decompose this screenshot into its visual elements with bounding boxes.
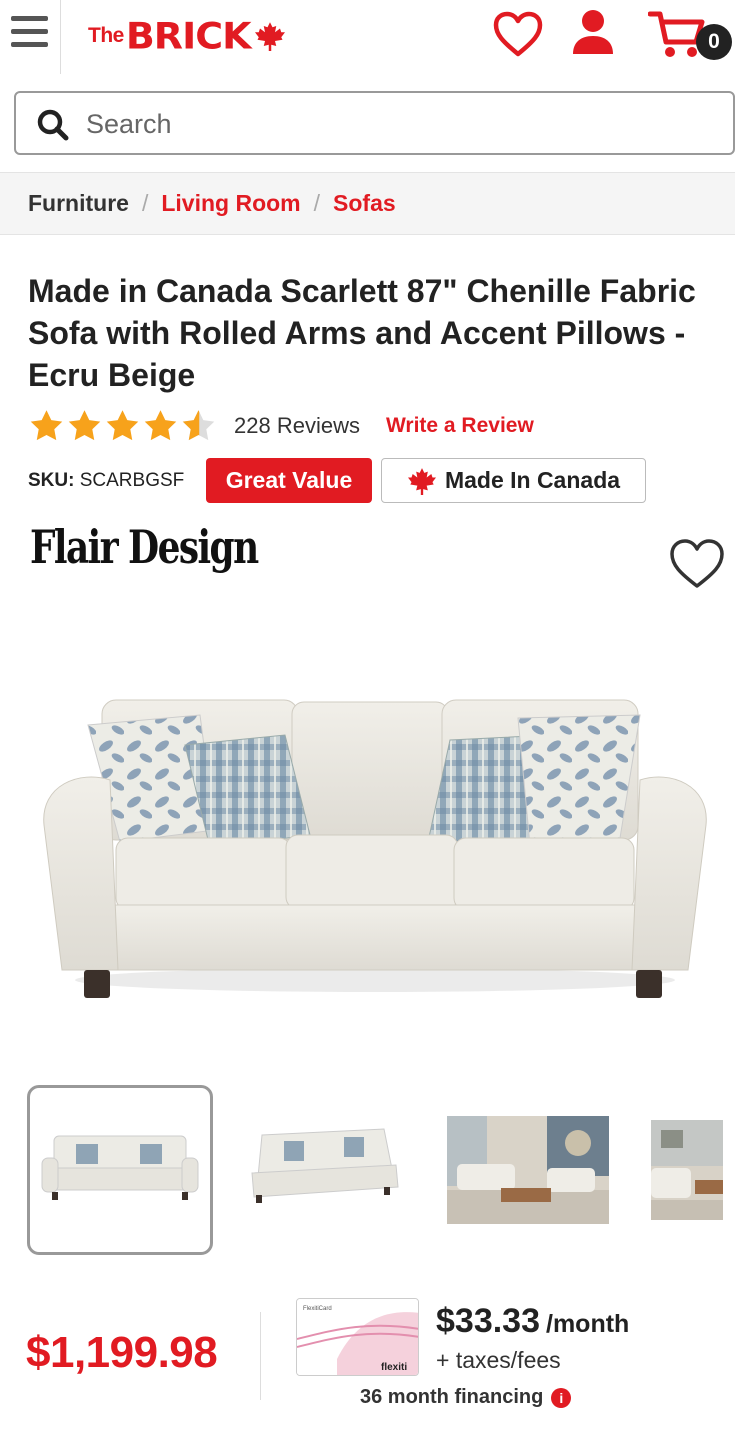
star-icon [68, 410, 101, 441]
maple-leaf-icon [407, 467, 436, 495]
hamburger-icon-bar [11, 29, 48, 34]
star-rating[interactable] [28, 408, 218, 444]
review-count[interactable]: 228 Reviews [234, 413, 360, 439]
user-icon[interactable] [570, 8, 616, 56]
thumbnail-room-detail-image [651, 1120, 723, 1220]
star-icon [30, 410, 63, 441]
info-icon[interactable]: i [551, 1387, 572, 1408]
made-in-canada-badge: Made In Canada [381, 458, 646, 503]
hamburger-icon-bar [11, 42, 48, 47]
breadcrumb-separator: / [313, 190, 321, 216]
search-input[interactable] [86, 105, 686, 143]
breadcrumb: Furniture / Living Room / Sofas [0, 172, 735, 235]
star-half-icon [182, 410, 215, 441]
breadcrumb-living-room[interactable]: Living Room [161, 190, 300, 217]
product-title: Made in Canada Scarlett 87" Chenille Fab… [28, 273, 696, 393]
breadcrumb-separator: / [141, 190, 149, 216]
star-icon [106, 410, 139, 441]
logo-the-text: The [88, 24, 124, 47]
maple-leaf-icon [254, 22, 285, 51]
brick-logo[interactable]: The BRICK [88, 12, 285, 60]
search-icon[interactable] [36, 108, 70, 142]
rating-row: 228 Reviews Write a Review [28, 404, 534, 448]
sku: SKU: SCARBGSF [28, 470, 184, 492]
financing-label: 36 month financing [360, 1386, 544, 1408]
hamburger-menu-button[interactable] [8, 12, 52, 56]
star-icon [144, 410, 177, 441]
brand-logo[interactable]: Flair Design [30, 520, 259, 574]
search-bar[interactable] [14, 91, 735, 155]
heart-icon[interactable] [668, 538, 726, 590]
thumbnail-1[interactable] [27, 1085, 213, 1255]
write-review-link[interactable]: Write a Review [386, 414, 534, 438]
sku-label: SKU: [28, 470, 75, 491]
financing-info[interactable]: 36 month financing i [360, 1386, 572, 1409]
flexiti-card-image[interactable]: flexiti FlexitiCard [296, 1298, 419, 1376]
thumbnail-3[interactable] [447, 1085, 609, 1255]
breadcrumb-sofas[interactable]: Sofas [333, 190, 396, 217]
thumbnail-sofa-angle-image [251, 1128, 399, 1203]
cart-count-badge: 0 [696, 24, 732, 60]
header-divider [60, 0, 61, 74]
price-divider [260, 1312, 261, 1400]
made-in-canada-label: Made In Canada [444, 467, 621, 493]
hamburger-icon [11, 16, 48, 21]
great-value-badge: Great Value [206, 458, 372, 503]
thumbnail-2[interactable] [244, 1085, 406, 1255]
logo-brick-text: BRICK [125, 15, 252, 57]
monthly-payment: $33.33/month [436, 1302, 629, 1341]
site-header: The BRICK 0 [0, 0, 735, 76]
sku-value: SCARBGSF [79, 470, 185, 491]
flexiti-card-title: FlexitiCard [303, 1306, 332, 1312]
product-price: $1,199.98 [26, 1328, 218, 1377]
monthly-per: /month [546, 1310, 630, 1338]
thumbnail-room-scene-image [447, 1116, 609, 1224]
product-main-image[interactable] [40, 680, 710, 1010]
flexiti-card-name: flexiti [381, 1362, 407, 1373]
thumbnail-sofa-image [41, 1135, 199, 1200]
flexiti-card-graphic: flexiti FlexitiCard [297, 1299, 418, 1375]
taxes-fees: + taxes/fees [436, 1347, 561, 1373]
heart-icon[interactable] [492, 10, 544, 58]
monthly-amount: $33.33 [436, 1302, 540, 1340]
breadcrumb-furniture[interactable]: Furniture [28, 190, 129, 217]
thumbnail-4[interactable] [651, 1085, 723, 1255]
